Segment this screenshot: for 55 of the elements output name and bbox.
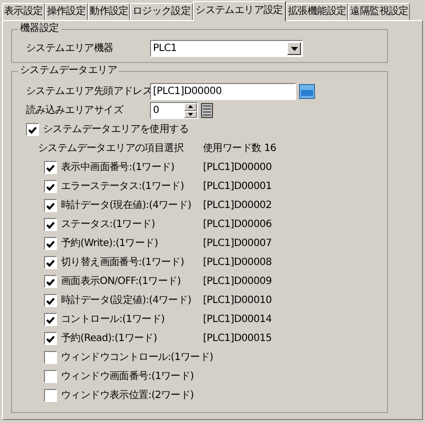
- checkbox-label: ウィンドウ画面番号:(1ワード): [61, 370, 195, 384]
- tab[interactable]: ロジック設定: [130, 3, 193, 20]
- checkbox[interactable]: [44, 351, 57, 364]
- address-text: [PLC1]D00008: [203, 256, 272, 270]
- checkbox-label: 画面表示ON/OFF:(1ワード): [61, 274, 182, 288]
- checkbox[interactable]: [44, 370, 57, 383]
- checkbox[interactable]: [44, 218, 57, 231]
- tab[interactable]: 拡張機能設定: [286, 3, 348, 20]
- checkbox-label: ウィンドウコントロール:(1ワード): [61, 350, 214, 364]
- checkbox-label: コントロール:(1ワード): [61, 312, 166, 326]
- address-text: [PLC1]D00014: [203, 312, 272, 326]
- address-text: [PLC1]D00007: [203, 236, 272, 250]
- address-field[interactable]: [PLC1]D00000: [150, 83, 296, 100]
- checkbox[interactable]: [26, 123, 39, 136]
- field-label: システムエリア機器: [26, 42, 114, 56]
- checkbox-label: 時計データ(設定値):(4ワード): [61, 294, 192, 308]
- checkbox-label: ステータス:(1ワード): [61, 218, 156, 232]
- spin-down-icon[interactable]: [188, 112, 193, 116]
- checkbox-label: 時計データ(現在値):(4ワード): [61, 198, 192, 212]
- checkbox-label: 切り替え画面番号:(1ワード): [61, 256, 186, 270]
- checkbox-label: 予約(Write):(1ワード): [61, 236, 159, 250]
- address-text: [PLC1]D00001: [203, 180, 272, 194]
- field-label: 読み込みエリアサイズ: [26, 104, 124, 118]
- spin-up-icon[interactable]: [188, 105, 193, 108]
- checkbox-label: ウィンドウ表示位置:(2ワード): [61, 388, 195, 402]
- address-text: [PLC1]D00015: [203, 332, 272, 346]
- tab[interactable]: 表示設定: [2, 3, 45, 20]
- address-text: [PLC1]D00000: [203, 160, 272, 174]
- checkbox-label: 予約(Read):(1ワード): [61, 332, 158, 346]
- address-text: [PLC1]D00009: [203, 274, 272, 288]
- checkbox[interactable]: [44, 256, 57, 269]
- device-dropdown[interactable]: PLC1: [150, 40, 303, 57]
- checkbox[interactable]: [44, 332, 57, 345]
- word-count-label: 使用ワード数 16: [203, 142, 276, 156]
- tab[interactable]: システムエリア設定: [192, 1, 286, 21]
- section-label: システムデータエリアの項目選択: [38, 142, 185, 156]
- checkbox[interactable]: [44, 161, 57, 174]
- tab[interactable]: 操作設定: [44, 3, 88, 20]
- checkbox[interactable]: [44, 275, 57, 288]
- checkbox[interactable]: [44, 237, 57, 250]
- size-spin-field[interactable]: 0: [150, 102, 198, 119]
- calculator-icon[interactable]: [201, 103, 213, 118]
- address-text: [PLC1]D00006: [203, 218, 272, 232]
- checkbox[interactable]: [44, 199, 57, 212]
- checkbox-label: 表示中画面番号:(1ワード): [61, 160, 176, 174]
- checkbox[interactable]: [44, 294, 57, 307]
- checkbox-label: システムデータエリアを使用する: [43, 122, 189, 136]
- checkbox[interactable]: [44, 313, 57, 326]
- address-text: [PLC1]D00010: [203, 294, 272, 308]
- address-text: [PLC1]D00002: [203, 198, 272, 212]
- tab[interactable]: 遠隔監視設定: [348, 3, 410, 20]
- tab[interactable]: 動作設定: [88, 3, 130, 20]
- checkbox[interactable]: [44, 389, 57, 402]
- checkbox-label: エラーステータス:(1ワード): [61, 180, 186, 194]
- checkbox[interactable]: [44, 180, 57, 193]
